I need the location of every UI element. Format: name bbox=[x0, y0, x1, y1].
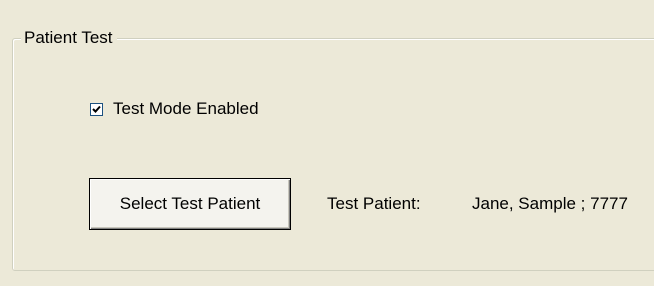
test-patient-value: Jane, Sample ; 7777 bbox=[472, 194, 628, 213]
test-patient-label: Test Patient: bbox=[327, 194, 421, 213]
select-test-patient-button[interactable]: Select Test Patient bbox=[89, 178, 291, 230]
patient-test-group-title: Patient Test bbox=[21, 27, 117, 49]
test-mode-checkbox-row[interactable]: Test Mode Enabled bbox=[90, 97, 259, 121]
checkmark-icon bbox=[92, 105, 101, 113]
test-mode-checkbox[interactable] bbox=[90, 102, 103, 116]
patient-test-groupbox bbox=[12, 38, 654, 271]
test-mode-label[interactable]: Test Mode Enabled bbox=[113, 98, 259, 120]
